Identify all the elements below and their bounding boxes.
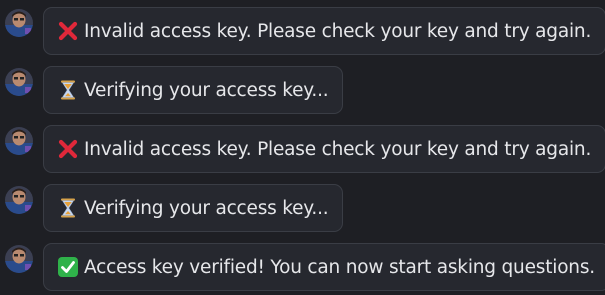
chat-log: Invalid access key. Please check your ke… (0, 0, 605, 295)
message-text: Invalid access key. Please check your ke… (84, 138, 592, 160)
avatar[interactable] (5, 127, 33, 155)
message-text: Verifying your access key... (84, 197, 329, 219)
cross-mark-icon (57, 20, 79, 42)
chat-message: Access key verified! You can now start a… (0, 243, 605, 293)
avatar[interactable] (5, 68, 33, 96)
hourglass-icon (57, 197, 79, 219)
chat-message: Invalid access key. Please check your ke… (0, 7, 605, 57)
message-text: Verifying your access key... (84, 79, 329, 101)
chat-message: Verifying your access key... (0, 66, 605, 116)
message-bubble: Verifying your access key... (43, 66, 344, 114)
message-text: Access key verified! You can now start a… (84, 256, 595, 278)
message-bubble: Verifying your access key... (43, 184, 344, 232)
chat-message: Verifying your access key... (0, 184, 605, 234)
hourglass-icon (57, 79, 79, 101)
message-bubble: Access key verified! You can now start a… (43, 243, 605, 291)
message-text: Invalid access key. Please check your ke… (84, 20, 592, 42)
avatar[interactable] (5, 9, 33, 37)
check-mark-icon (57, 256, 79, 278)
avatar[interactable] (5, 186, 33, 214)
chat-message: Invalid access key. Please check your ke… (0, 125, 605, 175)
cross-mark-icon (57, 138, 79, 160)
avatar[interactable] (5, 245, 33, 273)
message-bubble: Invalid access key. Please check your ke… (43, 7, 605, 55)
message-bubble: Invalid access key. Please check your ke… (43, 125, 605, 173)
